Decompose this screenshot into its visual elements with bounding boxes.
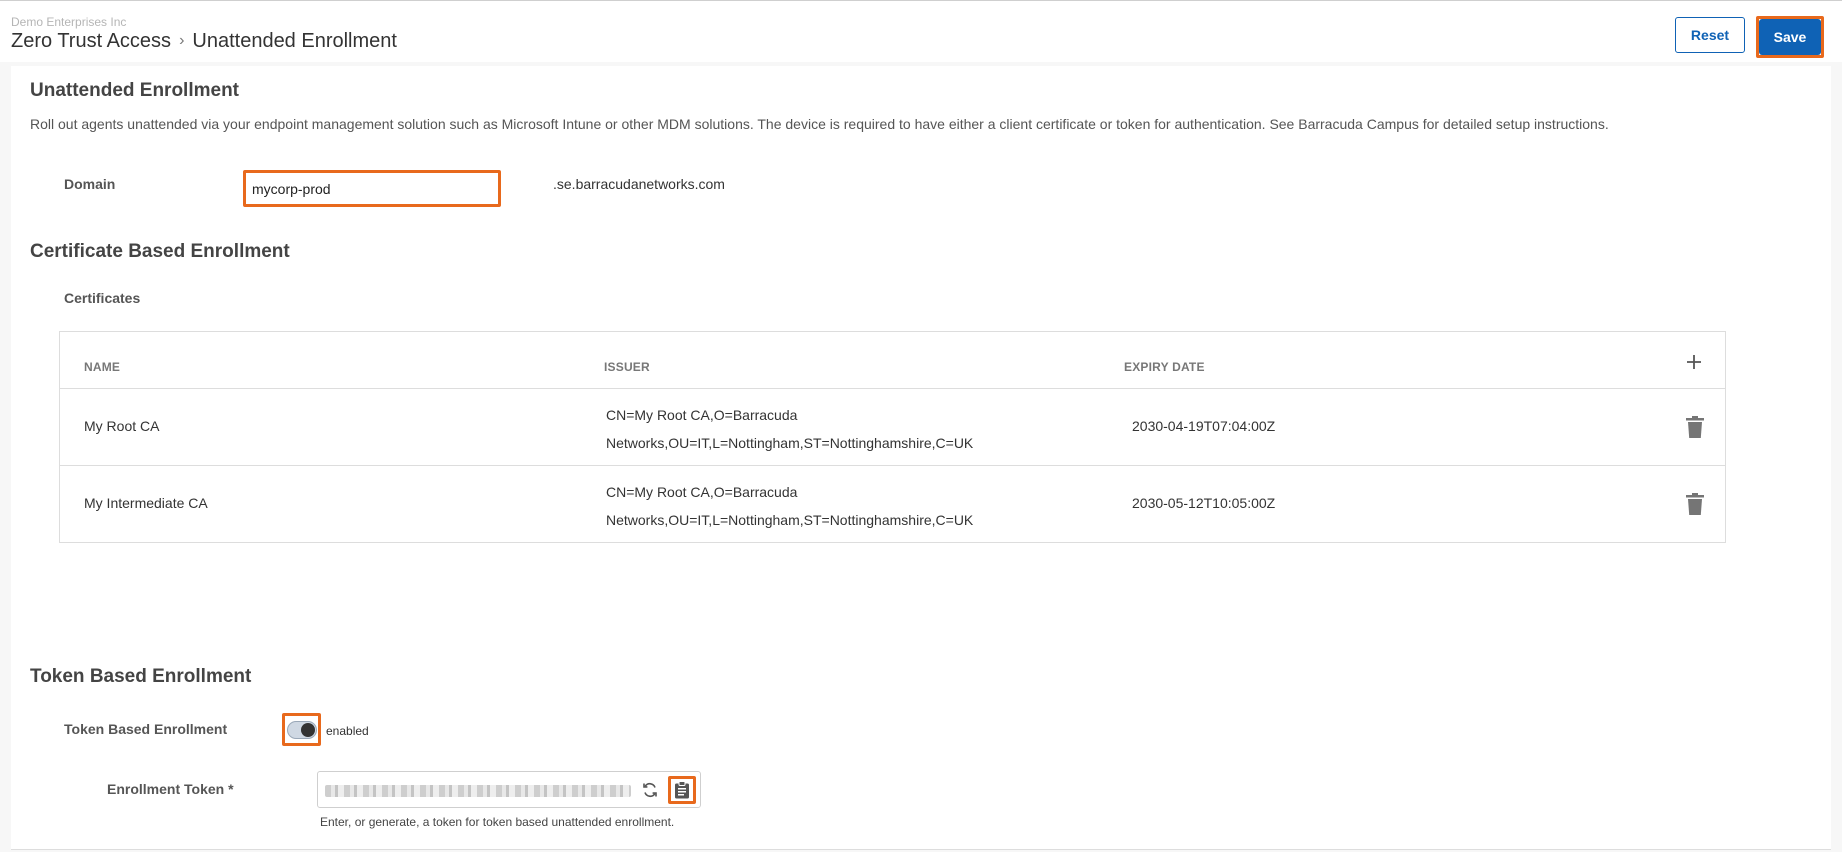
- save-button-highlight: Save: [1756, 16, 1824, 58]
- enrollment-token-field[interactable]: [317, 771, 701, 808]
- reset-button[interactable]: Reset: [1675, 17, 1745, 53]
- cert-expiry: 2030-04-19T07:04:00Z: [1132, 418, 1276, 434]
- section-title-unattended: Unattended Enrollment: [30, 80, 240, 101]
- toggle-highlight: [282, 713, 321, 746]
- refresh-icon[interactable]: [641, 781, 659, 799]
- cert-issuer: CN=My Root CA,O=Barracuda Networks,OU=IT…: [606, 478, 1006, 534]
- token-value-redacted: [325, 785, 631, 797]
- section-title-token: Token Based Enrollment: [30, 666, 252, 687]
- column-header-name[interactable]: NAME: [84, 360, 120, 374]
- domain-suffix: .se.barracudanetworks.com: [553, 176, 725, 192]
- certificates-table: NAME ISSUER EXPIRY DATE My Root CA CN=My…: [59, 331, 1726, 543]
- certificates-label: Certificates: [64, 290, 141, 306]
- clipboard-icon: [675, 781, 689, 799]
- section-description: Roll out agents unattended via your endp…: [30, 116, 1609, 132]
- token-toggle-label: Token Based Enrollment: [64, 721, 228, 737]
- cert-issuer-line: CN=My Root CA,O=Barracuda: [606, 484, 798, 500]
- enrollment-token-label: Enrollment Token *: [107, 781, 234, 797]
- cert-issuer-line: Networks,OU=IT,L=Nottingham,ST=Nottingha…: [606, 435, 974, 451]
- organization-name: Demo Enterprises Inc: [11, 15, 127, 29]
- trash-icon[interactable]: [1686, 493, 1704, 515]
- page-header: Demo Enterprises Inc Zero Trust Access › U…: [0, 4, 1842, 62]
- column-header-issuer[interactable]: ISSUER: [604, 360, 650, 374]
- breadcrumb-item-current: Unattended Enrollment: [192, 30, 397, 52]
- domain-label: Domain: [64, 176, 116, 192]
- cert-issuer-line: Networks,OU=IT,L=Nottingham,ST=Nottingha…: [606, 512, 974, 528]
- table-row: My Root CA CN=My Root CA,O=Barracuda Net…: [60, 388, 1725, 465]
- cert-name: My Root CA: [84, 418, 160, 434]
- cert-name: My Intermediate CA: [84, 495, 208, 511]
- toggle-knob: [301, 723, 315, 737]
- breadcrumb-item-zero-trust-access[interactable]: Zero Trust Access: [11, 30, 171, 52]
- breadcrumb: Zero Trust Access › Unattended Enrollment: [11, 30, 397, 53]
- table-row: My Intermediate CA CN=My Root CA,O=Barra…: [60, 465, 1725, 542]
- save-button[interactable]: Save: [1759, 19, 1821, 55]
- trash-icon[interactable]: [1686, 416, 1704, 438]
- settings-card: Unattended Enrollment Roll out agents un…: [11, 66, 1831, 850]
- column-header-expiry[interactable]: EXPIRY DATE: [1124, 360, 1205, 374]
- copy-token-button[interactable]: [668, 776, 696, 804]
- enrollment-token-helper: Enter, or generate, a token for token ba…: [320, 815, 675, 829]
- domain-input[interactable]: [246, 173, 498, 204]
- section-title-certificates: Certificate Based Enrollment: [30, 241, 290, 262]
- cert-issuer: CN=My Root CA,O=Barracuda Networks,OU=IT…: [606, 401, 1006, 457]
- domain-field-highlight: [243, 170, 501, 207]
- plus-icon[interactable]: [1682, 350, 1706, 374]
- token-enrollment-toggle[interactable]: [287, 721, 317, 739]
- breadcrumb-separator: ›: [179, 32, 185, 49]
- cert-issuer-line: CN=My Root CA,O=Barracuda: [606, 407, 798, 423]
- cert-expiry: 2030-05-12T10:05:00Z: [1132, 495, 1276, 511]
- toggle-state-text: enabled: [326, 724, 369, 738]
